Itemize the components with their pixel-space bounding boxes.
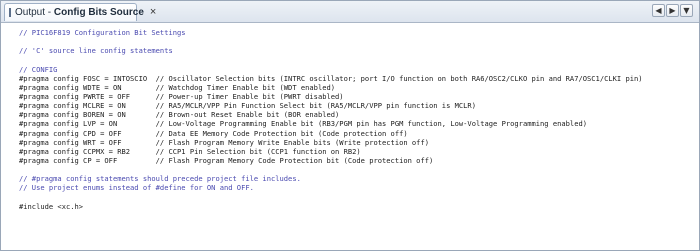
output-window-icon	[9, 8, 11, 17]
code-line: #pragma config CP = OFF // Flash Program…	[19, 155, 434, 165]
tab-list-menu-button[interactable]: ▼	[680, 4, 693, 17]
code-line: #pragma config PWRTE = OFF // Power-up T…	[19, 91, 344, 101]
chevron-down-icon: ▼	[683, 6, 690, 15]
chevron-right-icon: ▶	[669, 6, 676, 15]
config-source-code: // PIC16F819 Configuration Bit Settings /…	[19, 28, 643, 211]
code-line: #pragma config FOSC = INTOSCIO // Oscill…	[19, 73, 643, 83]
code-line: // CONFIG	[19, 64, 58, 74]
close-icon[interactable]: ×	[150, 7, 156, 18]
code-line: // Use project enums instead of #define …	[19, 183, 254, 193]
code-line: // PIC16F819 Configuration Bit Settings	[19, 28, 186, 37]
code-line: #pragma config CCPMX = RB2 // CCP1 Pin S…	[19, 146, 361, 156]
code-line: #pragma config WRT = OFF // Flash Progra…	[19, 137, 429, 147]
code-line: #pragma config BOREN = ON // Brown-out R…	[19, 110, 340, 120]
tab-label: Output - Config Bits Source	[15, 7, 144, 18]
code-line: #pragma config CPD = OFF // Data EE Memo…	[19, 128, 408, 138]
tab-config-bits-source[interactable]: Output - Config Bits Source ×	[4, 3, 156, 21]
output-window: Output - Config Bits Source × ◀ ▶ ▼ // P…	[0, 0, 700, 251]
output-text-area[interactable]: // PIC16F819 Configuration Bit Settings /…	[1, 23, 699, 250]
tab-bar: Output - Config Bits Source × ◀ ▶ ▼	[1, 1, 699, 23]
tab-label-title: Config Bits Source	[53, 7, 144, 18]
code-line: #pragma config WDTE = ON // Watchdog Tim…	[19, 82, 336, 92]
code-line: #pragma config LVP = ON // Low-Voltage P…	[19, 119, 588, 129]
tab-label-prefix: Output -	[15, 7, 54, 18]
code-line: #include <xc.h>	[19, 201, 84, 211]
chevron-left-icon: ◀	[655, 6, 662, 15]
code-line: // #pragma config statements should prec…	[19, 174, 301, 184]
scroll-tabs-left-button[interactable]: ◀	[652, 4, 665, 17]
code-line: // 'C' source line config statements	[19, 46, 173, 56]
scroll-tabs-right-button[interactable]: ▶	[666, 4, 679, 17]
code-line: #pragma config MCLRE = ON // RA5/MCLR/VP…	[19, 101, 476, 111]
